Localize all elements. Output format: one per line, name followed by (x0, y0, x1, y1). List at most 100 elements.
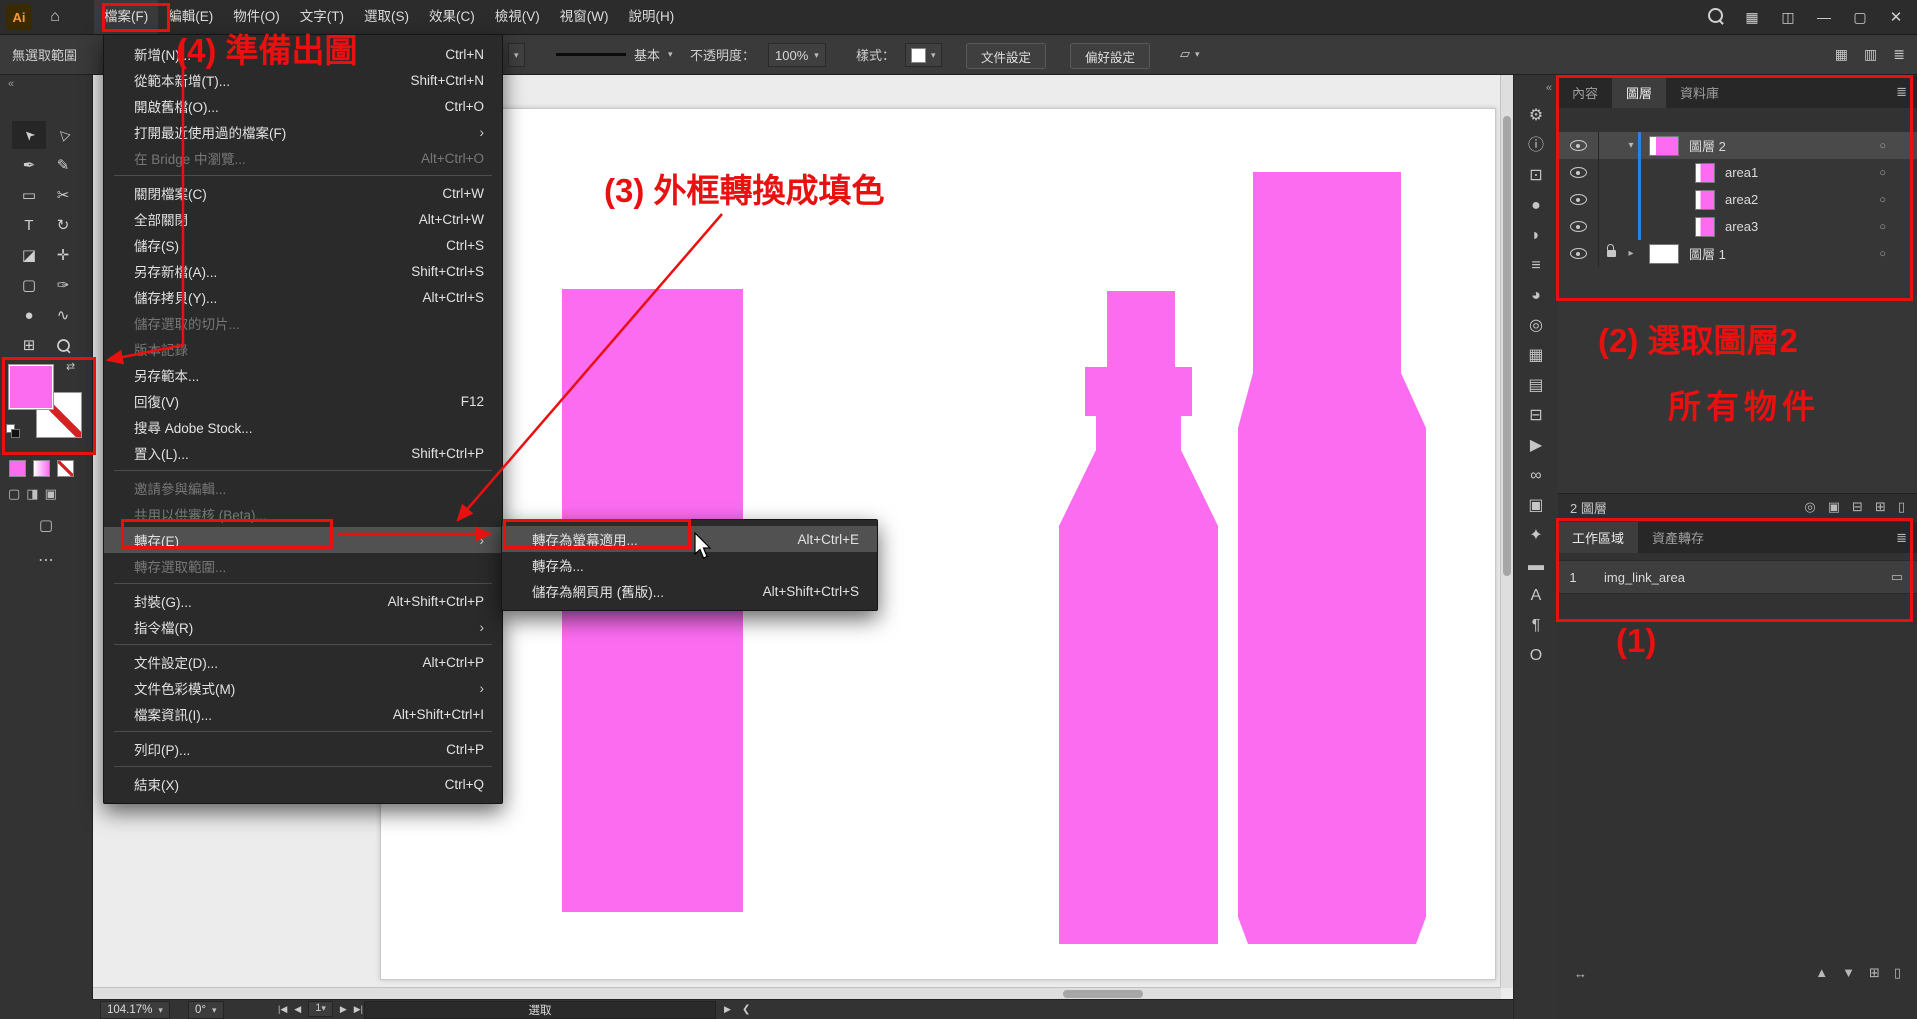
vertical-scrollbar-thumb[interactable] (1503, 116, 1511, 576)
eyedropper-tool[interactable]: ✑ (46, 271, 80, 299)
visibility-toggle[interactable] (1558, 132, 1599, 159)
zoom-tool[interactable] (46, 331, 80, 359)
eraser-tool[interactable]: ◪ (12, 241, 46, 269)
stroke-style-select[interactable]: 基本 ▾ (556, 43, 673, 65)
artboard-tool[interactable]: ⊞ (12, 331, 46, 359)
menubar-item-2[interactable]: 編輯(E) (158, 0, 223, 34)
direct-selection-tool[interactable]: ▷ (46, 121, 80, 149)
collapse-tools-icon[interactable]: « (8, 78, 14, 90)
paragraph-icon[interactable]: ¶ (1532, 618, 1541, 634)
stroke-width-select[interactable]: ▾ (508, 43, 525, 67)
artboards-icon[interactable]: ⊟ (1529, 408, 1542, 424)
visibility-toggle[interactable] (1558, 186, 1599, 213)
file-menu-item[interactable]: 封裝(G)...Alt+Shift+Ctrl+P (104, 588, 502, 614)
delete-icon[interactable]: ▯ (1898, 499, 1905, 515)
layers-tab-2[interactable]: 圖層 (1612, 76, 1666, 108)
properties-gear-icon[interactable]: ⚙ (1529, 108, 1543, 124)
close-icon[interactable]: ✕ (1889, 8, 1903, 26)
lock-toggle[interactable] (1599, 132, 1623, 159)
fill-swatch[interactable] (8, 364, 54, 410)
hand-tool[interactable]: ✛ (46, 241, 80, 269)
file-menu-item[interactable]: 搜尋 Adobe Stock... (104, 414, 502, 440)
zoom-level-select[interactable]: 104.17% ▾ (100, 1001, 170, 1019)
last-artboard-icon[interactable]: ▶| (354, 1004, 363, 1015)
file-menu-item[interactable]: 指令檔(R)› (104, 614, 502, 640)
width-tool[interactable]: ∿ (46, 301, 80, 329)
new-artboard-icon[interactable]: ⊞ (1869, 965, 1880, 981)
menubar-item-9[interactable]: 說明(H) (618, 0, 684, 34)
file-menu-item-export[interactable]: 轉存(E)› (104, 527, 502, 553)
opacity-select[interactable]: 100% ▾ (768, 43, 826, 67)
file-menu-item[interactable]: 置入(L)...Shift+Ctrl+P (104, 440, 502, 466)
selection-tool[interactable]: ➤ (12, 121, 46, 149)
grid-view-icon[interactable]: ▦ (1835, 46, 1848, 63)
file-menu-item[interactable]: 結束(X)Ctrl+Q (104, 771, 502, 797)
lock-toggle[interactable] (1599, 186, 1623, 213)
move-up-icon[interactable]: ▲ (1815, 965, 1828, 981)
menubar-item-6[interactable]: 效果(C) (419, 0, 485, 34)
layer-row[interactable]: area3○ (1558, 213, 1917, 240)
scissors-tool[interactable]: ✂ (46, 181, 80, 209)
target-circle-icon[interactable]: ○ (1879, 167, 1886, 179)
new-layer-icon[interactable]: ⊞ (1875, 499, 1886, 515)
swatches-icon[interactable]: ▦ (1528, 348, 1543, 364)
artboard-icon[interactable]: ▭ (1891, 569, 1903, 585)
file-menu-item[interactable]: 另存新檔(A)...Shift+Ctrl+S (104, 258, 502, 284)
draw-mode-3[interactable]: ▣ (45, 486, 57, 502)
minimize-icon[interactable]: — (1817, 9, 1831, 25)
file-menu-item[interactable]: 關閉檔案(C)Ctrl+W (104, 180, 502, 206)
horizontal-scrollbar-thumb[interactable] (1063, 990, 1143, 998)
color-icon[interactable]: ◎ (1529, 318, 1543, 334)
brushes-icon[interactable]: ✦ (1529, 528, 1542, 544)
restore-icon[interactable]: ▢ (1853, 9, 1867, 26)
panel-menu-icon[interactable]: ≣ (1893, 46, 1905, 63)
columns-view-icon[interactable]: ▥ (1864, 46, 1877, 63)
menubar-item-4[interactable]: 文字(T) (290, 0, 354, 34)
expand-toggle[interactable]: ▸ (1623, 248, 1639, 259)
target-circle-icon[interactable]: ○ (1879, 248, 1886, 260)
actions-icon[interactable]: ▶ (1530, 438, 1542, 454)
delete-artboard-icon[interactable]: ▯ (1894, 965, 1901, 981)
rotate-tool[interactable]: ↻ (46, 211, 80, 239)
lock-toggle[interactable] (1599, 213, 1623, 240)
preferences-button[interactable]: 偏好設定 (1070, 43, 1150, 69)
statusbar-collapse-icon[interactable]: ❮ (742, 1001, 750, 1017)
arrange-documents-icon[interactable]: ◫ (1781, 9, 1795, 26)
gradient-button[interactable] (33, 460, 50, 477)
none-button[interactable] (57, 460, 74, 477)
shaper-tool[interactable]: ▭ (12, 181, 46, 209)
workspace-switcher-icon[interactable]: ▦ (1745, 9, 1759, 26)
file-menu-item[interactable]: 文件色彩模式(M)› (104, 675, 502, 701)
visibility-toggle[interactable] (1558, 159, 1599, 186)
toolbar-overflow-icon[interactable]: ⋯ (0, 550, 92, 570)
default-swatches-icon[interactable] (6, 424, 19, 437)
blob-brush-tool[interactable]: ● (12, 301, 46, 329)
stroke-icon[interactable]: ≡ (1531, 258, 1540, 274)
stroke-profile-select[interactable]: ▱ ▾ (1180, 43, 1200, 65)
draw-mode-1[interactable]: ▢ (8, 486, 20, 502)
artboard-row[interactable]: 1img_link_area▭ (1558, 560, 1917, 594)
statusbar-expand-icon[interactable]: ▶ (724, 1001, 731, 1017)
target-circle-icon[interactable]: ○ (1879, 140, 1886, 152)
appearance-icon[interactable]: ● (1531, 198, 1541, 214)
rotation-select[interactable]: 0° ▾ (188, 1001, 224, 1019)
file-menu-item[interactable]: 文件設定(D)...Alt+Ctrl+P (104, 649, 502, 675)
layer-row[interactable]: ▾圖層 2○ (1558, 132, 1917, 159)
first-artboard-icon[interactable]: |◀ (278, 1004, 287, 1015)
next-artboard-icon[interactable]: ▶ (340, 1004, 347, 1015)
info-icon[interactable]: ⓘ (1528, 138, 1544, 154)
move-down-icon[interactable]: ▼ (1842, 965, 1855, 981)
file-menu-item[interactable]: 全部關閉Alt+Ctrl+W (104, 206, 502, 232)
document-setup-button[interactable]: 文件設定 (966, 43, 1046, 69)
file-menu-item[interactable]: 回復(V)F12 (104, 388, 502, 414)
lock-toggle[interactable] (1599, 240, 1623, 267)
file-menu-item[interactable]: 儲存拷貝(Y)...Alt+Ctrl+S (104, 284, 502, 310)
transform-icon[interactable]: ⊡ (1529, 168, 1542, 184)
layer-row[interactable]: area1○ (1558, 159, 1917, 186)
layer-row[interactable]: area2○ (1558, 186, 1917, 213)
image-trace-icon[interactable]: ▣ (1528, 498, 1543, 514)
home-icon[interactable]: ⌂ (42, 8, 68, 26)
file-menu-item[interactable]: 打開最近使用過的檔案(F)› (104, 119, 502, 145)
menubar-item-1[interactable]: 檔案(F) (94, 0, 158, 34)
submenu-item-export-for-screens[interactable]: 轉存為螢幕適用...Alt+Ctrl+E (502, 526, 877, 552)
